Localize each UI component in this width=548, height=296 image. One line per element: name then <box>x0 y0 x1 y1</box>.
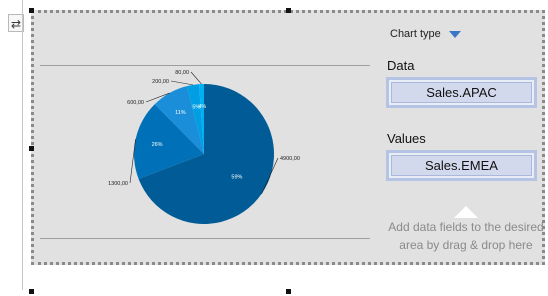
slice-leader-line <box>190 71 202 85</box>
drop-hint-text: Add data fields to the desired area by d… <box>388 220 544 252</box>
data-label: Data <box>387 58 415 73</box>
pie-chart: 59%4900,0026%1300,0011%600,005%200,004%8… <box>108 70 300 224</box>
resize-handle-bottom-middle[interactable] <box>286 289 291 294</box>
slice-leader-line <box>170 80 193 86</box>
resize-handle-bottom-left[interactable] <box>29 289 34 294</box>
chart-type-label: Chart type <box>390 28 441 40</box>
slice-percent-label: 4% <box>198 104 206 110</box>
slice-value-label: 1300,00 <box>108 181 128 187</box>
slice-percent-label: 59% <box>231 175 242 181</box>
left-edge-line <box>22 0 23 290</box>
data-drop-zone[interactable]: Sales.APAC <box>386 77 537 108</box>
data-field-chip[interactable]: Sales.APAC <box>391 82 532 103</box>
hint-arrow-icon <box>454 206 478 218</box>
chart-area: 59% 4900,00 26% 1300,00 11% 600,00 5% 200,00 4% 8… <box>34 13 376 262</box>
slice-value-label: 80,00 <box>175 70 189 76</box>
chart-type-dropdown[interactable]: Chart type <box>390 28 461 40</box>
slice-percent-label: 26% <box>152 142 163 148</box>
chevron-down-icon <box>448 30 461 38</box>
values-field-chip[interactable]: Sales.EMEA <box>391 155 532 176</box>
slice-value-label: 4900,00 <box>280 156 300 162</box>
values-drop-zone[interactable]: Sales.EMEA <box>386 150 537 181</box>
field-panel: Chart type Data Sales.APAC Values Sales.… <box>386 13 546 262</box>
slice-percent-label: 11% <box>175 110 186 116</box>
slice-value-label: 200,00 <box>152 79 169 85</box>
resize-handle-top-left[interactable] <box>29 8 34 13</box>
resize-handle-middle-left[interactable] <box>29 146 34 151</box>
slice-value-label: 600,00 <box>127 100 144 106</box>
resize-handle-top-middle[interactable] <box>286 8 291 13</box>
pie-chart-widget[interactable]: 59% 4900,00 26% 1300,00 11% 600,00 5% 200,00 4% 8… <box>31 10 545 265</box>
values-label: Values <box>387 131 426 146</box>
